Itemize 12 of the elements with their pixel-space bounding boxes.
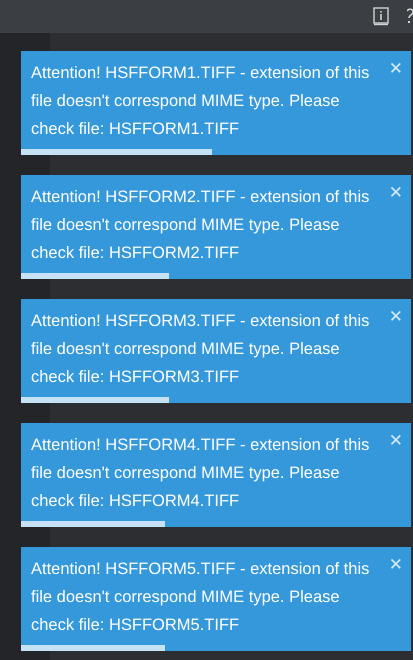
- help-icon[interactable]: [407, 7, 413, 26]
- close-button[interactable]: ✕: [388, 183, 403, 203]
- close-button[interactable]: ✕: [388, 307, 403, 327]
- info-book-icon[interactable]: [373, 7, 389, 26]
- notification-message: Attention! HSFFORM5.TIFF - extension of this file doesn't correspond MIME type. Please check file: HSFFORM5.TIFF: [31, 559, 370, 636]
- close-button[interactable]: ✕: [388, 555, 403, 575]
- notification-message: Attention! HSFFORM4.TIFF - extension of this file doesn't correspond MIME type. Please check file: HSFFORM4.TIFF: [31, 435, 370, 512]
- close-button[interactable]: ✕: [388, 431, 403, 451]
- notification-message: Attention! HSFFORM3.TIFF - extension of this file doesn't correspond MIME type. Please check file: HSFFORM3.TIFF: [31, 311, 370, 388]
- close-button[interactable]: ✕: [388, 59, 403, 79]
- notification-message: Attention! HSFFORM1.TIFF - extension of this file doesn't correspond MIME type. Please check file: HSFFORM1.TIFF: [31, 63, 370, 140]
- notification-message: Attention! HSFFORM2.TIFF - extension of this file doesn't correspond MIME type. Please check file: HSFFORM2.TIFF: [31, 187, 370, 264]
